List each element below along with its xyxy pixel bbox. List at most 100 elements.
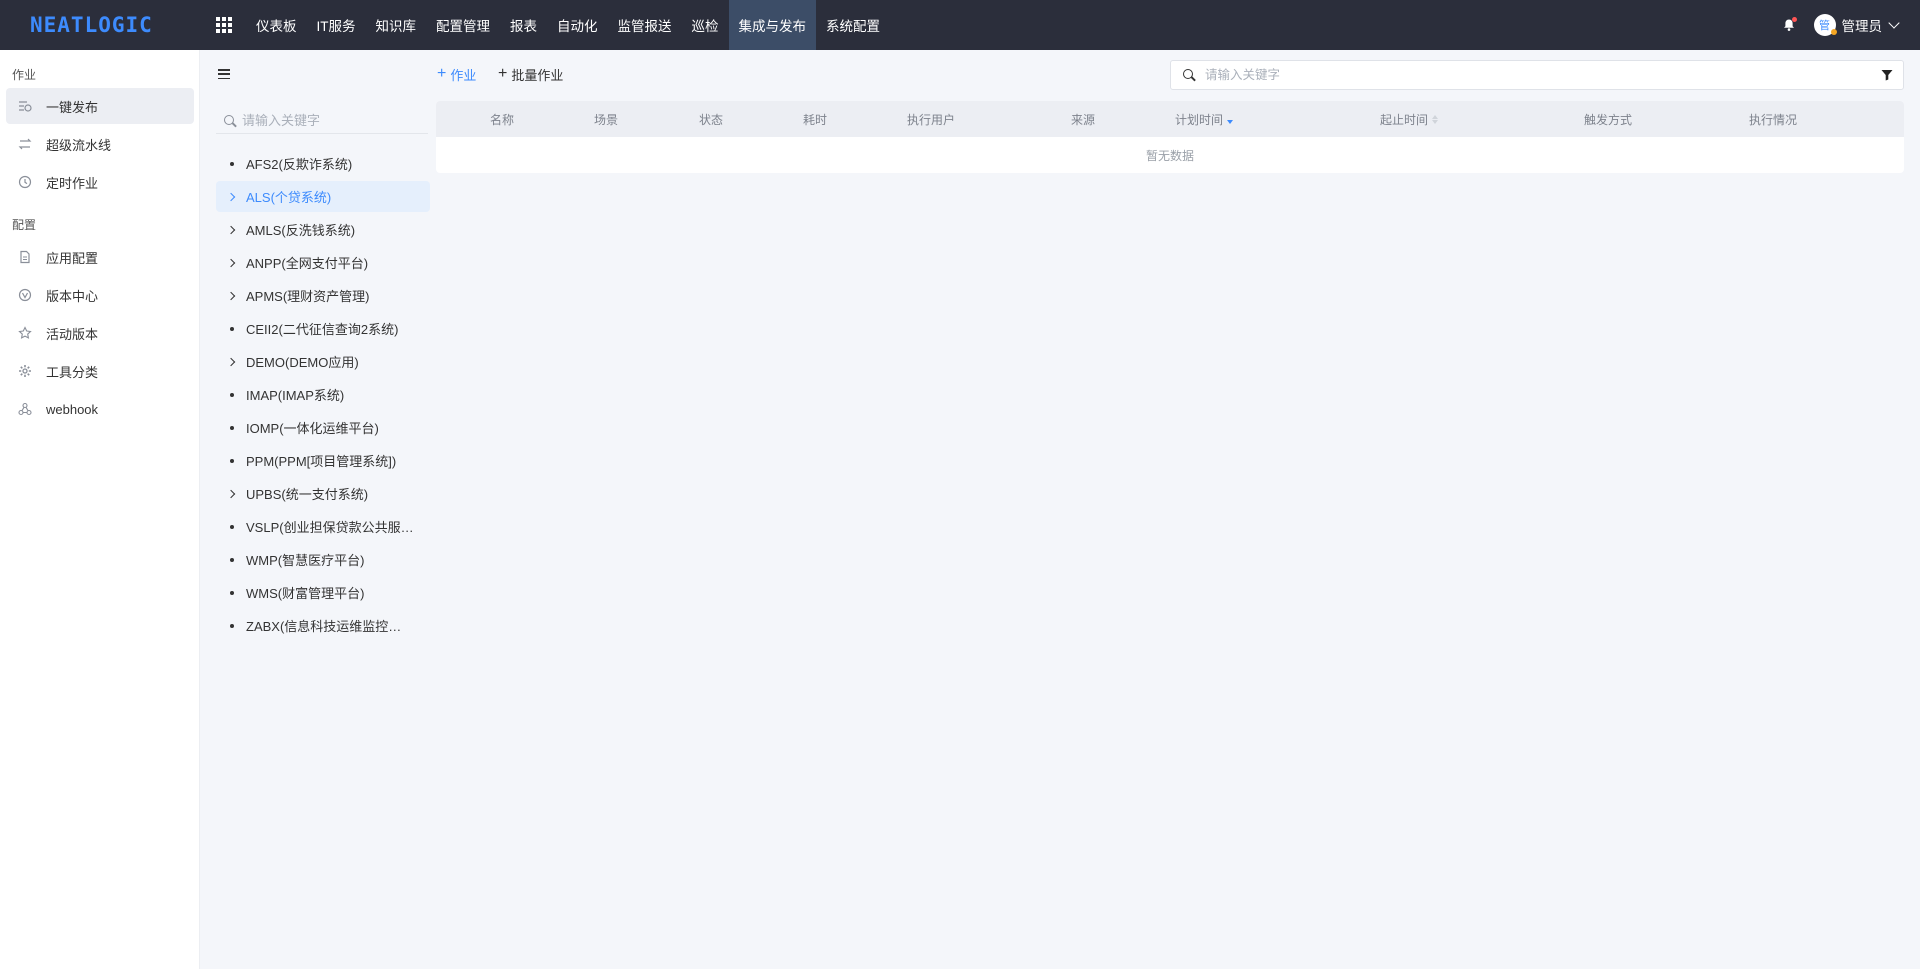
user-name[interactable]: 管理员 <box>1842 15 1883 35</box>
tree-item-imap[interactable]: IMAP(IMAP系统) <box>216 379 430 410</box>
column-label: 耗时 <box>803 112 828 127</box>
tree-item-wmp[interactable]: WMP(智慧医疗平台) <box>216 544 430 575</box>
tree-item-label: ZABX(信息科技运维监控系统) <box>246 619 414 634</box>
column-header-trigger: 触发方式 <box>1584 101 1632 137</box>
gear-icon <box>18 364 32 378</box>
nav-item-automation[interactable]: 自动化 <box>547 0 608 50</box>
sidebar-group-config: 配置 <box>12 218 37 232</box>
batch-job-label: 批量作业 <box>511 67 564 83</box>
column-header-source: 来源 <box>1071 101 1095 137</box>
avatar-text: 管 <box>1819 20 1830 32</box>
nav-item-cmdb[interactable]: 配置管理 <box>426 0 500 50</box>
menu-toggle-icon[interactable] <box>218 69 230 79</box>
nav-item-deploy[interactable]: 集成与发布 <box>728 0 816 50</box>
chevron-right-icon[interactable] <box>226 258 238 267</box>
nav-item-report[interactable]: 报表 <box>500 0 547 50</box>
nav-item-regulatory[interactable]: 监管报送 <box>608 0 682 50</box>
column-label: 状态 <box>699 112 724 127</box>
column-header-duration: 耗时 <box>803 101 827 137</box>
sidebar-item-version-center[interactable]: 版本中心 <box>6 277 194 313</box>
sidebar-item-label: 超级流水线 <box>46 137 112 153</box>
tree-item-afs2[interactable]: AFS2(反欺诈系统) <box>216 148 430 179</box>
top-navigation-bar: NEATLOGIC 仪表板 IT服务 知识库 配置管理 报表 自动化 监管报送 … <box>0 0 1920 50</box>
tree-item-label: CEII2(二代征信查询2系统) <box>246 322 399 337</box>
chevron-right-icon[interactable] <box>226 291 238 300</box>
column-label: 执行情况 <box>1749 112 1798 127</box>
tree-item-label: ALS(个贷系统) <box>246 190 332 205</box>
chevron-right-icon[interactable] <box>226 357 238 366</box>
sidebar-item-scheduled-job[interactable]: 定时作业 <box>6 164 194 200</box>
tree-item-apms[interactable]: APMS(理财资产管理) <box>216 280 430 311</box>
sidebar-item-active-version[interactable]: 活动版本 <box>6 315 194 351</box>
tree-item-wms[interactable]: WMS(财富管理平台) <box>216 577 430 608</box>
sidebar-item-tool-category[interactable]: 工具分类 <box>6 353 194 389</box>
sidebar-item-label: 应用配置 <box>46 250 99 266</box>
tree-item-iomp[interactable]: IOMP(一体化运维平台) <box>216 412 430 443</box>
tree-item-label: WMP(智慧医疗平台) <box>246 553 365 568</box>
sort-desc-icon[interactable] <box>1227 115 1234 124</box>
tree-item-label: WMS(财富管理平台) <box>246 586 365 601</box>
add-job-button[interactable]: + 作业 <box>437 64 476 84</box>
job-search-input[interactable] <box>1205 68 1881 82</box>
chevron-right-icon[interactable] <box>226 192 238 201</box>
main-nav: 仪表板 IT服务 知识库 配置管理 报表 自动化 监管报送 巡检 集成与发布 系… <box>246 0 890 50</box>
sidebar-item-pipeline[interactable]: 超级流水线 <box>6 126 194 162</box>
plus-icon: + <box>498 65 508 82</box>
tree-item-zabx[interactable]: ZABX(信息科技运维监控系统) <box>216 610 430 641</box>
tree-item-ppm[interactable]: PPM(PPM[项目管理系统]) <box>216 445 430 476</box>
tree-item-label: PPM(PPM[项目管理系统]) <box>246 454 397 469</box>
tree-item-label: DEMO(DEMO应用) <box>246 355 359 370</box>
column-header-plan-time[interactable]: 计划时间 <box>1175 101 1234 137</box>
plus-icon: + <box>437 65 447 82</box>
sidebar-item-label: 活动版本 <box>46 326 99 342</box>
bullet-marker <box>226 326 238 331</box>
tree-item-ceii2[interactable]: CEII2(二代征信查询2系统) <box>216 313 430 344</box>
tree-search <box>216 108 428 134</box>
version-icon <box>18 288 32 302</box>
tree-item-upbs[interactable]: UPBS(统一支付系统) <box>216 478 430 509</box>
star-icon <box>18 326 32 340</box>
column-header-status: 状态 <box>699 101 723 137</box>
batch-job-button[interactable]: + 批量作业 <box>498 64 563 84</box>
neatlogic-logo[interactable]: NEATLOGIC <box>30 0 153 50</box>
bullet-marker <box>226 623 238 628</box>
nav-item-inspection[interactable]: 巡检 <box>682 0 729 50</box>
tree-item-demo[interactable]: DEMO(DEMO应用) <box>216 346 430 377</box>
chevron-right-icon[interactable] <box>226 489 238 498</box>
nav-item-dashboard[interactable]: 仪表板 <box>246 0 307 50</box>
nav-item-it-service[interactable]: IT服务 <box>307 0 366 50</box>
sort-icon[interactable] <box>1432 114 1439 124</box>
sidebar-item-label: 版本中心 <box>46 288 99 304</box>
column-label: 来源 <box>1071 112 1096 127</box>
tree-item-als[interactable]: ALS(个贷系统) <box>216 181 430 212</box>
column-header-start-end-time[interactable]: 起止时间 <box>1380 101 1439 137</box>
search-icon <box>224 114 236 127</box>
job-table: 名称 场景 状态 耗时 执行用户 来源 计划时间 起止时间 触发方式 执行情况 … <box>436 101 1904 173</box>
tree-item-anpp[interactable]: ANPP(全网支付平台) <box>216 247 430 278</box>
nav-item-knowledge[interactable]: 知识库 <box>366 0 427 50</box>
column-label: 场景 <box>594 112 619 127</box>
tree-item-vslp[interactable]: VSLP(创业担保贷款公共服务平台) <box>216 511 430 542</box>
sidebar-item-one-click-deploy[interactable]: 一键发布 <box>6 88 194 124</box>
notification-bell-icon[interactable] <box>1782 17 1797 32</box>
filter-icon[interactable] <box>1881 69 1893 81</box>
column-header-name: 名称 <box>490 101 514 137</box>
sidebar-item-webhook[interactable]: webhook <box>6 391 194 427</box>
app-grid-icon[interactable] <box>216 17 232 33</box>
avatar[interactable]: 管 <box>1813 14 1837 36</box>
tree-item-amls[interactable]: AMLS(反洗钱系统) <box>216 214 430 245</box>
tree-item-label: AMLS(反洗钱系统) <box>246 223 356 238</box>
tree-item-label: APMS(理财资产管理) <box>246 289 370 304</box>
sidebar-item-app-config[interactable]: 应用配置 <box>6 239 194 275</box>
notification-dot <box>1791 17 1797 22</box>
tree-search-input[interactable] <box>242 113 422 128</box>
chevron-down-icon[interactable] <box>1888 17 1900 29</box>
column-label: 起止时间 <box>1380 112 1429 127</box>
sidebar-group-job: 作业 <box>12 68 37 82</box>
column-label: 计划时间 <box>1175 112 1224 127</box>
nav-item-system-config[interactable]: 系统配置 <box>816 0 890 50</box>
chevron-right-icon[interactable] <box>226 225 238 234</box>
bullet-marker <box>226 425 238 430</box>
job-search <box>1170 60 1904 90</box>
bullet-marker <box>226 524 238 529</box>
